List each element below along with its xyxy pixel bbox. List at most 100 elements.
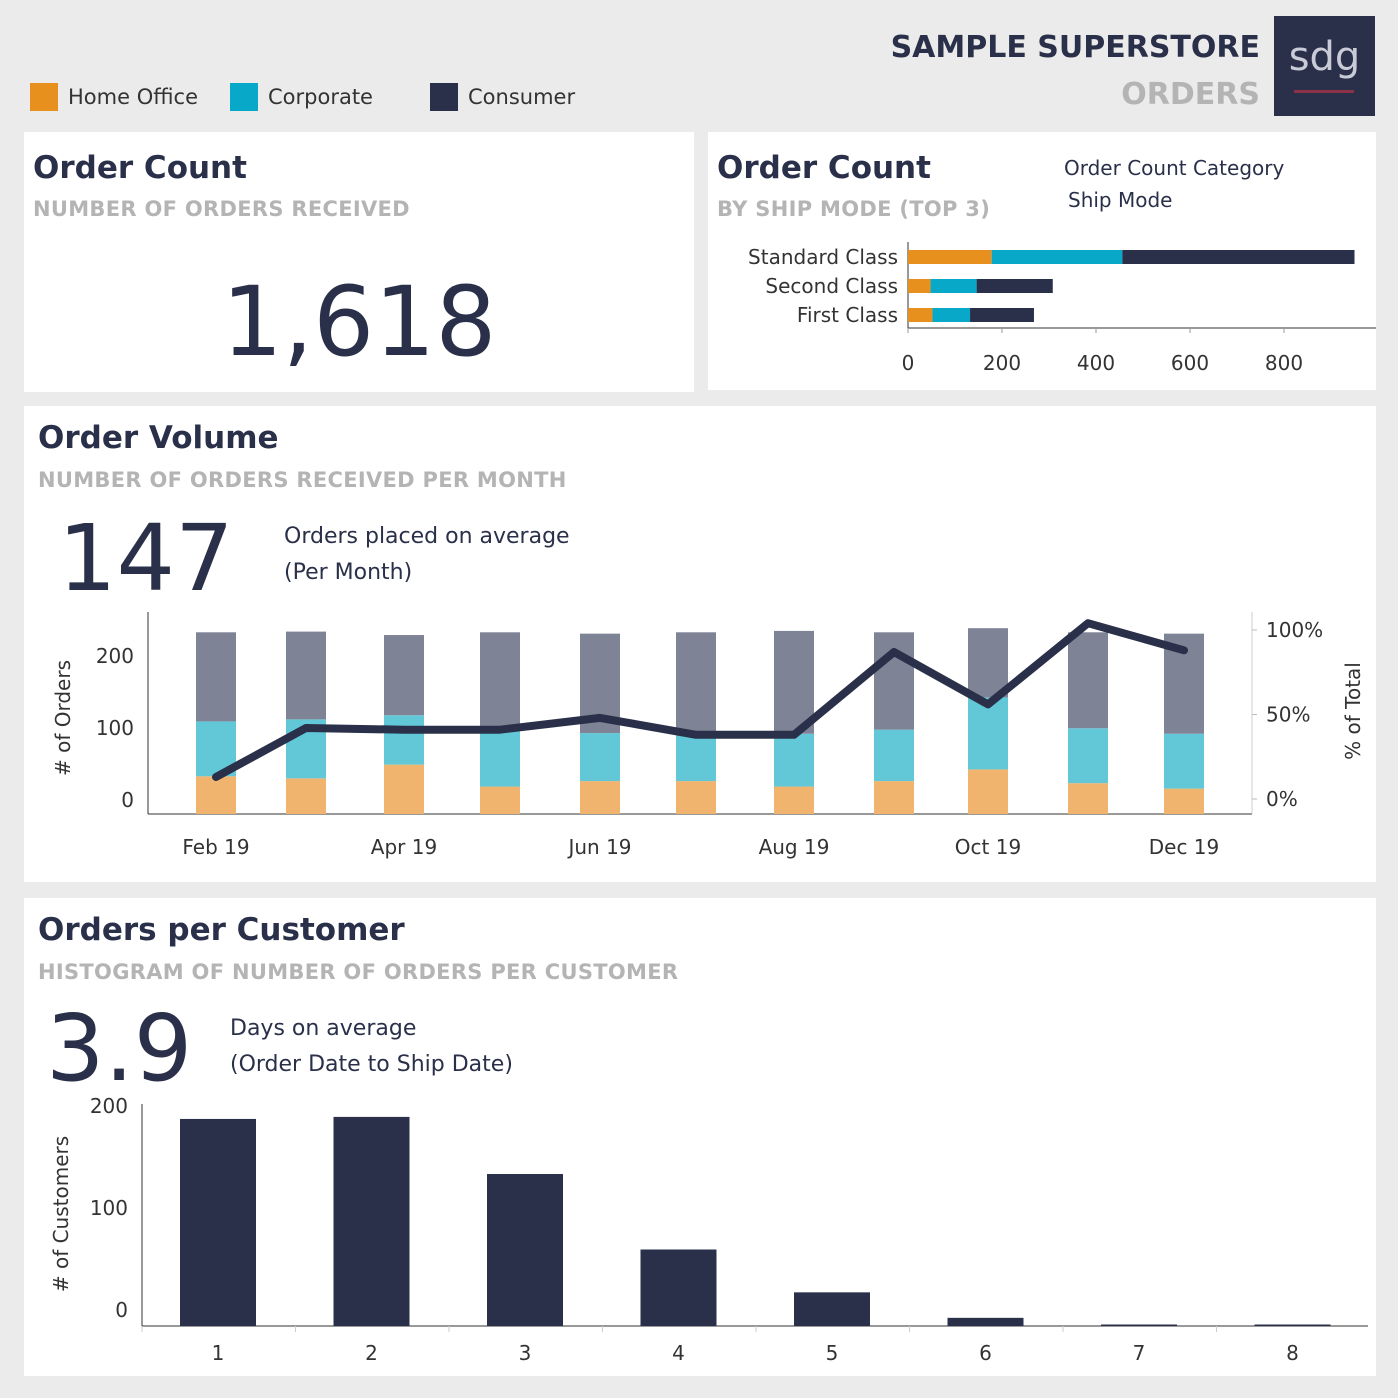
x-tick-label: 2: [365, 1341, 378, 1365]
logo-tagline-mark: [1294, 90, 1354, 93]
bar-segment: [286, 631, 326, 720]
bar-segment: [1164, 733, 1204, 789]
histogram-bar: [333, 1116, 410, 1326]
dashboard-title: SAMPLE SUPERSTORE: [890, 30, 1260, 65]
y-tick-label: 100: [96, 716, 134, 740]
bar-segment: [196, 776, 236, 814]
category-label: Standard Class: [748, 245, 898, 269]
bar-segment: [908, 279, 931, 293]
histogram-chart: 0 100 200 # of Customers 1 2 3 4 5 6 7 8: [49, 1094, 1368, 1365]
histogram-bar: [947, 1317, 1024, 1326]
y-tick-label: 200: [90, 1094, 128, 1118]
bar-segment: [930, 279, 977, 293]
y-axis-title: # of Customers: [49, 1136, 73, 1292]
bar-segment: [774, 786, 814, 814]
panel-title: Order Count: [33, 150, 247, 186]
ship-mode-chart: 0 200 400 600 800 Standard Class Second Class F…: [748, 242, 1376, 375]
histogram-bar: [487, 1174, 563, 1326]
histogram-bar: [180, 1118, 256, 1326]
bar-segment: [1122, 250, 1355, 264]
bar-segment: [676, 781, 716, 814]
y-tick-label: 0: [115, 1298, 128, 1322]
bar-segment: [384, 635, 424, 716]
legend-swatch-home-office: [30, 83, 58, 111]
y2-axis-title: % of Total: [1341, 662, 1365, 760]
bar-segment: [991, 250, 1123, 264]
x-tick-label: 4: [672, 1341, 685, 1365]
bar-segment: [908, 308, 933, 322]
bar-segment: [480, 728, 520, 787]
histogram-bar: [794, 1292, 870, 1326]
bar-segment: [774, 733, 814, 787]
bar-segment: [196, 632, 236, 722]
bar-segment: [480, 632, 520, 729]
x-tick-label: 7: [1133, 1341, 1146, 1365]
order-count-value: 1,618: [221, 266, 497, 378]
dashboard-subtitle: ORDERS: [1121, 77, 1260, 112]
histogram-bar: [1254, 1324, 1331, 1326]
legend-label-consumer: Consumer: [468, 85, 576, 109]
y-axis-title: # of Orders: [51, 660, 75, 776]
bar-segment: [384, 715, 424, 765]
bar-segment: [874, 781, 914, 814]
y2-tick-label: 50%: [1266, 703, 1310, 727]
category-label: Second Class: [765, 274, 898, 298]
bar-segment: [480, 786, 520, 814]
legend-home-office[interactable]: Home Office: [30, 82, 198, 112]
logo: sdg: [1274, 16, 1375, 116]
histogram-bar: [1101, 1324, 1177, 1326]
category-label: First Class: [797, 303, 898, 327]
bar-segment: [676, 632, 716, 732]
x-tick-label: 800: [1265, 351, 1303, 375]
y2-tick-label: 0%: [1266, 787, 1298, 811]
legend-label-corporate: Corporate: [268, 85, 373, 109]
x-tick-label: Oct 19: [955, 835, 1021, 859]
ship-mode-panel: Order Count BY SHIP MODE (TOP 3) Order C…: [708, 132, 1376, 390]
legend-swatch-consumer: [430, 83, 458, 111]
x-tick-label: 600: [1171, 351, 1209, 375]
bar-segment: [970, 308, 1034, 322]
bar-segment: [976, 279, 1053, 293]
x-tick-label: 200: [983, 351, 1021, 375]
y-tick-label: 200: [96, 644, 134, 668]
orders-per-customer-panel: Orders per Customer HISTOGRAM OF NUMBER …: [24, 898, 1376, 1376]
histogram-bar: [640, 1249, 717, 1326]
x-tick-label: Apr 19: [371, 835, 437, 859]
panel-subtitle: NUMBER OF ORDERS RECEIVED: [33, 197, 410, 221]
x-tick-label: 3: [519, 1341, 532, 1365]
bar-segment: [580, 781, 620, 814]
y2-tick-label: 100%: [1266, 618, 1323, 642]
x-tick-label: 1: [212, 1341, 225, 1365]
order-count-panel: Order Count NUMBER OF ORDERS RECEIVED 1,…: [24, 132, 694, 392]
x-tick-label: Jun 19: [566, 835, 631, 859]
y-tick-label: 100: [90, 1196, 128, 1220]
legend-swatch-corporate: [230, 83, 258, 111]
bar-segment: [874, 729, 914, 782]
bar-segment: [384, 764, 424, 814]
x-tick-label: 6: [979, 1341, 992, 1365]
bar-segment: [1068, 728, 1108, 784]
logo-text: sdg: [1288, 34, 1361, 80]
y-tick-label: 0: [121, 788, 134, 812]
bar-segment: [1068, 783, 1108, 814]
bar-segment: [580, 733, 620, 782]
bar-segment: [676, 731, 716, 782]
x-tick-label: 8: [1286, 1341, 1299, 1365]
bar-segment: [908, 250, 992, 264]
bar-segment: [932, 308, 971, 322]
order-volume-panel: Order Volume NUMBER OF ORDERS RECEIVED P…: [24, 406, 1376, 882]
legend-label-home-office: Home Office: [68, 85, 198, 109]
x-tick-label: 0: [902, 351, 915, 375]
bar-segment: [968, 769, 1008, 814]
x-tick-label: Dec 19: [1149, 835, 1220, 859]
x-tick-label: 5: [826, 1341, 839, 1365]
bar-segment: [1068, 632, 1108, 729]
x-tick-label: Feb 19: [182, 835, 249, 859]
bar-segment: [1164, 788, 1204, 814]
bar-segment: [874, 632, 914, 730]
x-tick-label: 400: [1077, 351, 1115, 375]
order-volume-chart: 0 100 200 0% 50% 100% # of Orders % of Total Feb…: [51, 612, 1365, 859]
legend-consumer[interactable]: Consumer: [430, 82, 575, 112]
bar-segment: [968, 628, 1008, 698]
legend-corporate[interactable]: Corporate: [230, 82, 373, 112]
